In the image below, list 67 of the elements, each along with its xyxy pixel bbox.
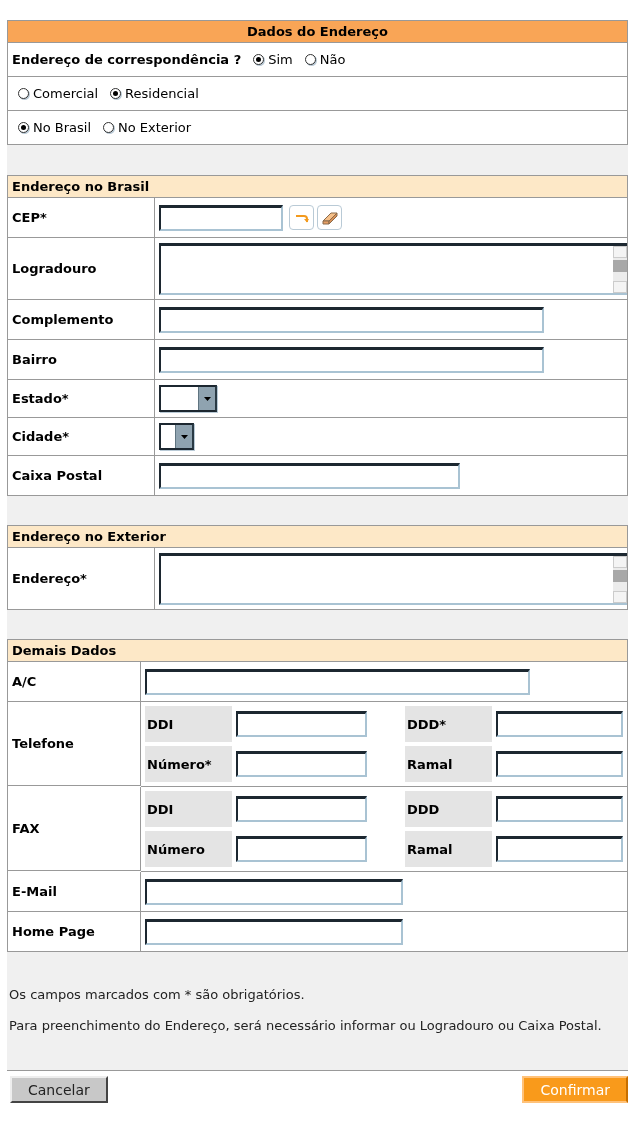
radio-label: Sim (268, 52, 293, 67)
input-field[interactable] (236, 751, 367, 777)
radio-label: No Exterior (118, 120, 192, 135)
input-field[interactable] (496, 836, 623, 862)
select-field[interactable] (159, 385, 217, 412)
radio-label: Comercial (33, 86, 99, 101)
clear-button[interactable] (317, 205, 342, 230)
field-label: Home Page (8, 912, 141, 952)
scrollbar[interactable] (613, 245, 627, 293)
section-header: Demais Dados (7, 639, 628, 662)
input-field[interactable] (145, 918, 403, 945)
field-label: E-Mail (8, 872, 141, 912)
radio-button[interactable] (18, 122, 29, 133)
select-field[interactable] (159, 423, 194, 450)
field-label: DDI (145, 791, 232, 827)
input-field[interactable] (496, 796, 623, 822)
caret-icon (203, 396, 211, 401)
field-label: Número* (145, 746, 232, 782)
note-text: Os campos marcados com * são obrigatórios. (8, 986, 306, 1002)
field-label: FAX (8, 787, 141, 871)
input-field[interactable] (236, 711, 367, 737)
field-label: Telefone (8, 702, 141, 786)
radio-button[interactable] (304, 54, 316, 65)
field-label: Cidade* (8, 418, 155, 456)
question-label: Endereço de correspondência ? (12, 52, 242, 67)
note-text: Para preenchimento do Endereço, será necessário informar ou Logradouro ou Caixa Postal. (8, 1017, 603, 1033)
field-label: Estado* (8, 380, 155, 418)
scrollbar[interactable] (613, 555, 627, 603)
input-field[interactable] (159, 204, 283, 231)
field-label: DDD* (405, 706, 492, 742)
input-field[interactable] (159, 462, 460, 489)
section-header: Endereço no Brasil (7, 175, 628, 198)
field-label: DDI (145, 706, 232, 742)
input-field[interactable] (159, 346, 544, 373)
text-area[interactable] (159, 242, 627, 295)
input-field[interactable] (236, 836, 367, 862)
text-area[interactable] (159, 552, 627, 605)
field-label: Complemento (8, 300, 155, 340)
section-header: Endereço no Exterior (7, 525, 628, 548)
eraser-icon (321, 210, 338, 225)
field-label: DDD (405, 791, 492, 827)
input-field[interactable] (496, 711, 623, 737)
input-field[interactable] (159, 306, 544, 333)
radio-button[interactable] (253, 54, 265, 65)
field-label: A/C (8, 662, 141, 702)
input-field[interactable] (496, 751, 623, 777)
field-label: Número (145, 831, 232, 867)
input-field[interactable] (236, 796, 367, 822)
radio-label: No Brasil (33, 120, 92, 135)
cancel-button[interactable]: Cancelar (10, 1076, 108, 1103)
field-label: Logradouro (8, 238, 155, 300)
field-label: Ramal (405, 831, 492, 867)
input-field[interactable] (145, 668, 530, 695)
radio-button[interactable] (110, 88, 122, 99)
field-label: CEP* (8, 198, 155, 238)
radio-label: Residencial (125, 86, 199, 101)
radio-label: Não (319, 52, 346, 67)
radio-button[interactable] (103, 122, 115, 133)
field-label: Ramal (405, 746, 492, 782)
input-field[interactable] (145, 878, 403, 905)
field-label: Bairro (8, 340, 155, 380)
field-label: Caixa Postal (8, 456, 155, 496)
caret-icon (180, 434, 188, 439)
arrow-icon (294, 212, 309, 223)
form-title: Dados do Endereço (7, 20, 628, 43)
radio-button[interactable] (18, 88, 29, 99)
field-label: Endereço* (8, 548, 155, 610)
